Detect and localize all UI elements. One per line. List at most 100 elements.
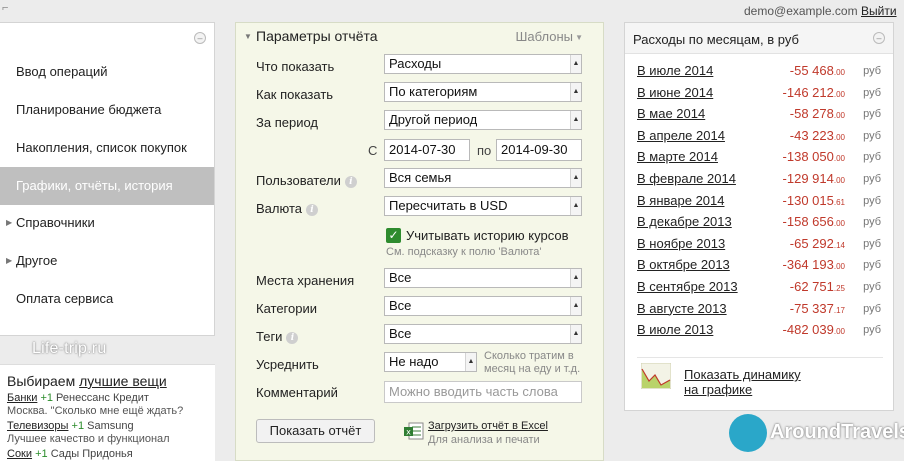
monthly-row: В феврале 2014 -129 914.00 руб [637, 171, 881, 192]
month-amount: -146 212.00 [783, 85, 845, 100]
currency-label: руб [863, 324, 881, 337]
dropdown-arrow-icon: ▲ [570, 83, 581, 101]
month-link[interactable]: В октябре 2013 [637, 257, 730, 272]
sidebar-item-other[interactable]: ▶ Другое [0, 242, 214, 280]
sidebar-item-label: Оплата сервиса [16, 291, 114, 306]
tags-select[interactable]: Все ▲ [384, 324, 582, 344]
amount-cents: .00 [833, 262, 845, 272]
amount-value: -482 039 [782, 322, 834, 338]
currency-label: руб [863, 108, 881, 121]
report-params-panel: ▼ Параметры отчёта Шаблоны ▼ Что показат… [235, 22, 604, 461]
currency-label: руб [863, 151, 881, 164]
month-link[interactable]: В сентябре 2013 [637, 279, 738, 294]
month-link[interactable]: В июне 2014 [637, 85, 713, 100]
month-link[interactable]: В июле 2013 [637, 322, 713, 337]
promo-row-link[interactable]: Соки [7, 448, 32, 460]
month-link[interactable]: В апреле 2014 [637, 128, 725, 143]
collapse-triangle-icon[interactable]: ▼ [244, 32, 252, 41]
show-dynamics-link[interactable]: Показать динамику на графике [684, 367, 801, 397]
amount-cents: .00 [833, 89, 845, 99]
average-select[interactable]: Не надо ▲ [384, 352, 477, 372]
params-title: Параметры отчёта [256, 28, 378, 44]
templates-menu[interactable]: Шаблоны [516, 29, 574, 44]
month-amount: -364 193.00 [783, 257, 845, 272]
month-amount: -158 656.00 [783, 214, 845, 229]
period-select[interactable]: Другой период ▲ [384, 110, 582, 130]
info-icon[interactable]: i [344, 175, 357, 188]
monthly-row: В январе 2014 -130 015.61 руб [637, 193, 881, 214]
info-icon[interactable]: i [286, 331, 299, 344]
sidebar-collapse-icon[interactable]: – [194, 32, 206, 44]
month-link[interactable]: В январе 2014 [637, 193, 724, 208]
month-link[interactable]: В июле 2014 [637, 63, 713, 78]
collapse-icon[interactable]: – [873, 32, 885, 44]
promo-title-link[interactable]: лучшие вещи [79, 373, 167, 389]
sidebar-item-payment[interactable]: Оплата сервиса [0, 280, 214, 318]
promo-plus: +1 [71, 420, 85, 432]
dropdown-arrow-icon: ▲ [570, 269, 581, 287]
date-to-input[interactable]: 2014-09-30 [496, 139, 582, 161]
currency-select-value: Пересчитать в USD [389, 198, 508, 213]
promo-row-link[interactable]: Телевизоры [7, 420, 68, 432]
sidebar-item-directories[interactable]: ▶ Справочники [0, 204, 214, 242]
how-label: Как показать [256, 87, 334, 102]
amount-cents: .00 [833, 68, 845, 77]
month-link[interactable]: В ноябре 2013 [637, 236, 725, 251]
chevron-down-icon[interactable]: ▼ [575, 33, 583, 42]
storage-select[interactable]: Все ▲ [384, 268, 582, 288]
tags-label: Теги i [256, 329, 299, 344]
categories-select-value: Все [389, 298, 412, 313]
sidebar-item-budget[interactable]: Планирование бюджета [0, 91, 214, 129]
month-amount: -482 039.00 [783, 322, 845, 337]
categories-label: Категории [256, 301, 317, 316]
storage-label: Места хранения [256, 273, 355, 288]
currency-label: руб [863, 216, 881, 229]
promo-row-link[interactable]: Банки [7, 392, 37, 404]
currency-label: руб [863, 194, 881, 207]
amount-value: -43 223 [789, 127, 834, 143]
info-icon[interactable]: i [306, 203, 318, 216]
show-report-button[interactable]: Показать отчёт [256, 419, 375, 443]
month-amount: -130 015.61 [783, 193, 845, 208]
excel-export-link[interactable]: Загрузить отчёт в Excel [428, 420, 548, 432]
sidebar-item-reports[interactable]: Графики, отчёты, история [0, 167, 214, 205]
promo-row-text: Ренессанс Кредит [56, 392, 149, 404]
date-from-label: С [368, 143, 378, 158]
categories-select[interactable]: Все ▲ [384, 296, 582, 316]
comment-input[interactable]: Можно вводить часть слова [384, 381, 582, 403]
month-amount: -138 050.00 [783, 149, 845, 164]
promo-plus: +1 [35, 448, 48, 460]
date-from-input[interactable]: 2014-07-30 [384, 139, 470, 161]
how-select[interactable]: По категориям ▲ [384, 82, 582, 102]
dropdown-arrow-icon: ▲ [570, 111, 581, 129]
month-amount: -65 292.14 [790, 236, 845, 251]
currency-label: руб [863, 173, 881, 185]
monthly-header: Расходы по месяцам, в руб – [625, 23, 893, 54]
amount-value: -65 292 [789, 235, 834, 251]
logout-link[interactable]: Выйти [861, 4, 897, 18]
params-header: ▼ Параметры отчёта Шаблоны ▼ [236, 23, 603, 51]
currency-select[interactable]: Пересчитать в USD ▲ [384, 196, 582, 216]
globe-icon [729, 414, 767, 452]
amount-value: -364 193 [782, 257, 834, 273]
storage-select-value: Все [389, 270, 412, 285]
month-link[interactable]: В марте 2014 [637, 149, 718, 164]
promo-row-text: Сады Придонья [50, 448, 133, 460]
month-link[interactable]: В августе 2013 [637, 301, 727, 316]
sidebar-item-savings[interactable]: Накопления, список покупок [0, 129, 214, 167]
amount-cents: .14 [833, 240, 845, 250]
chart-dynamics-icon[interactable] [641, 363, 671, 389]
monthly-row: В июле 2014 -55 468.00 руб [637, 63, 881, 84]
month-link[interactable]: В мае 2014 [637, 106, 705, 121]
month-link[interactable]: В феврале 2014 [637, 171, 736, 186]
logo-text: AroundTravels [770, 421, 904, 443]
users-select[interactable]: Вся семья ▲ [384, 168, 582, 188]
excel-icon[interactable]: x [404, 422, 424, 440]
rate-history-checkbox[interactable]: ✓ [386, 228, 401, 243]
month-link[interactable]: В декабре 2013 [637, 214, 732, 229]
promo-row: Телевизоры +1 Samsung [7, 420, 215, 432]
sidebar-item-operations[interactable]: Ввод операций [0, 53, 214, 91]
what-select[interactable]: Расходы ▲ [384, 54, 582, 74]
rate-history-label[interactable]: Учитывать историю курсов [406, 228, 569, 243]
monthly-title: Расходы по месяцам, в руб [633, 32, 799, 47]
